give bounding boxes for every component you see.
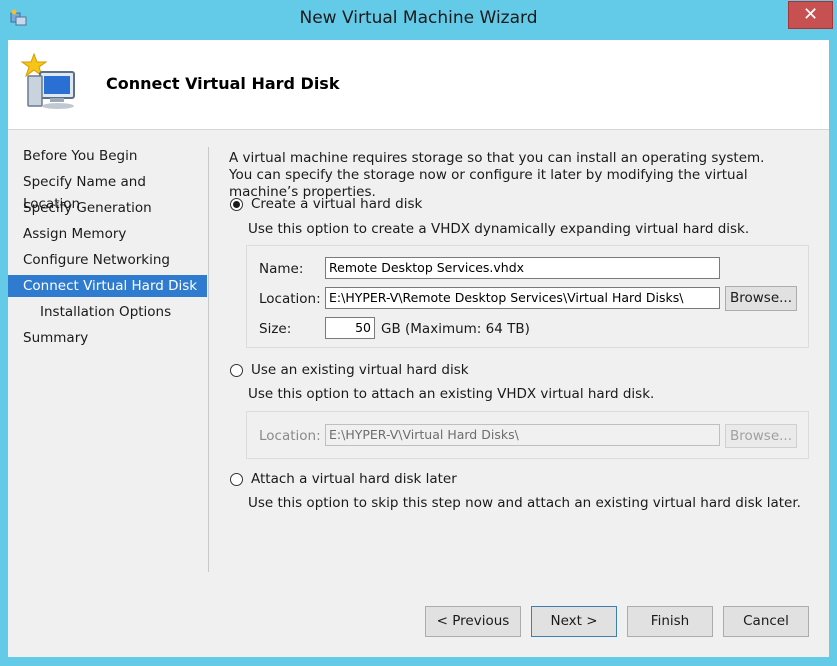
previous-button[interactable]: < Previous	[425, 606, 521, 637]
finish-button[interactable]: Finish	[627, 606, 713, 637]
location-input[interactable]: E:\HYPER-V\Remote Desktop Services\Virtu…	[325, 287, 720, 309]
existing-browse-button[interactable]: Browse...	[725, 424, 797, 448]
existing-vhd-label[interactable]: Use an existing virtual hard disk	[251, 362, 469, 378]
size-suffix: GB (Maximum: 64 TB)	[381, 321, 530, 337]
wizard-nav: Before You Begin Specify Name and Locati…	[8, 130, 208, 590]
nav-item-specify-generation[interactable]: Specify Generation	[8, 197, 207, 219]
size-label: Size:	[259, 321, 292, 337]
create-vhd-radio[interactable]	[230, 198, 243, 211]
existing-location-label: Location:	[259, 428, 321, 444]
name-input[interactable]: Remote Desktop Services.vhdx	[325, 257, 720, 279]
nav-item-assign-memory[interactable]: Assign Memory	[8, 223, 207, 245]
browse-button[interactable]: Browse...	[725, 286, 797, 311]
wizard-window: New Virtual Machine Wizard ✕ Connect Vir…	[0, 0, 837, 666]
attach-later-description: Use this option to skip this step now an…	[248, 495, 801, 511]
attach-later-radio[interactable]	[230, 473, 243, 486]
create-vhd-label[interactable]: Create a virtual hard disk	[251, 196, 422, 212]
nav-item-summary[interactable]: Summary	[8, 327, 207, 349]
nav-item-specify-name-location[interactable]: Specify Name and Location	[8, 171, 207, 212]
page-title: Connect Virtual Hard Disk	[106, 74, 340, 93]
close-button[interactable]: ✕	[788, 1, 833, 29]
existing-vhd-description: Use this option to attach an existing VH…	[248, 386, 655, 402]
title-bar[interactable]: New Virtual Machine Wizard ✕	[0, 0, 837, 40]
wizard-computer-icon	[20, 52, 75, 109]
nav-item-installation-options[interactable]: Installation Options	[8, 301, 207, 323]
cancel-button[interactable]: Cancel	[723, 606, 809, 637]
wizard-body: Connect Virtual Hard Disk Before You Beg…	[8, 40, 829, 657]
window-title: New Virtual Machine Wizard	[299, 8, 538, 28]
create-vhd-group: Name: Remote Desktop Services.vhdx Locat…	[246, 245, 809, 348]
next-button[interactable]: Next >	[531, 606, 617, 637]
nav-divider	[208, 147, 209, 572]
intro-text: A virtual machine requires storage so th…	[229, 150, 765, 200]
nav-item-configure-networking[interactable]: Configure Networking	[8, 249, 207, 271]
existing-vhd-radio[interactable]	[230, 364, 243, 377]
attach-later-label[interactable]: Attach a virtual hard disk later	[251, 471, 457, 487]
create-vhd-description: Use this option to create a VHDX dynamic…	[248, 221, 750, 237]
wizard-header: Connect Virtual Hard Disk	[8, 40, 829, 130]
nav-item-before-you-begin[interactable]: Before You Begin	[8, 145, 207, 167]
existing-vhd-group: Location: E:\HYPER-V\Virtual Hard Disks\…	[246, 411, 809, 459]
size-input[interactable]: 50	[325, 317, 375, 339]
location-label: Location:	[259, 291, 321, 307]
name-label: Name:	[259, 261, 304, 277]
nav-item-connect-vhd[interactable]: Connect Virtual Hard Disk	[8, 275, 207, 297]
existing-location-input[interactable]: E:\HYPER-V\Virtual Hard Disks\	[325, 424, 720, 446]
